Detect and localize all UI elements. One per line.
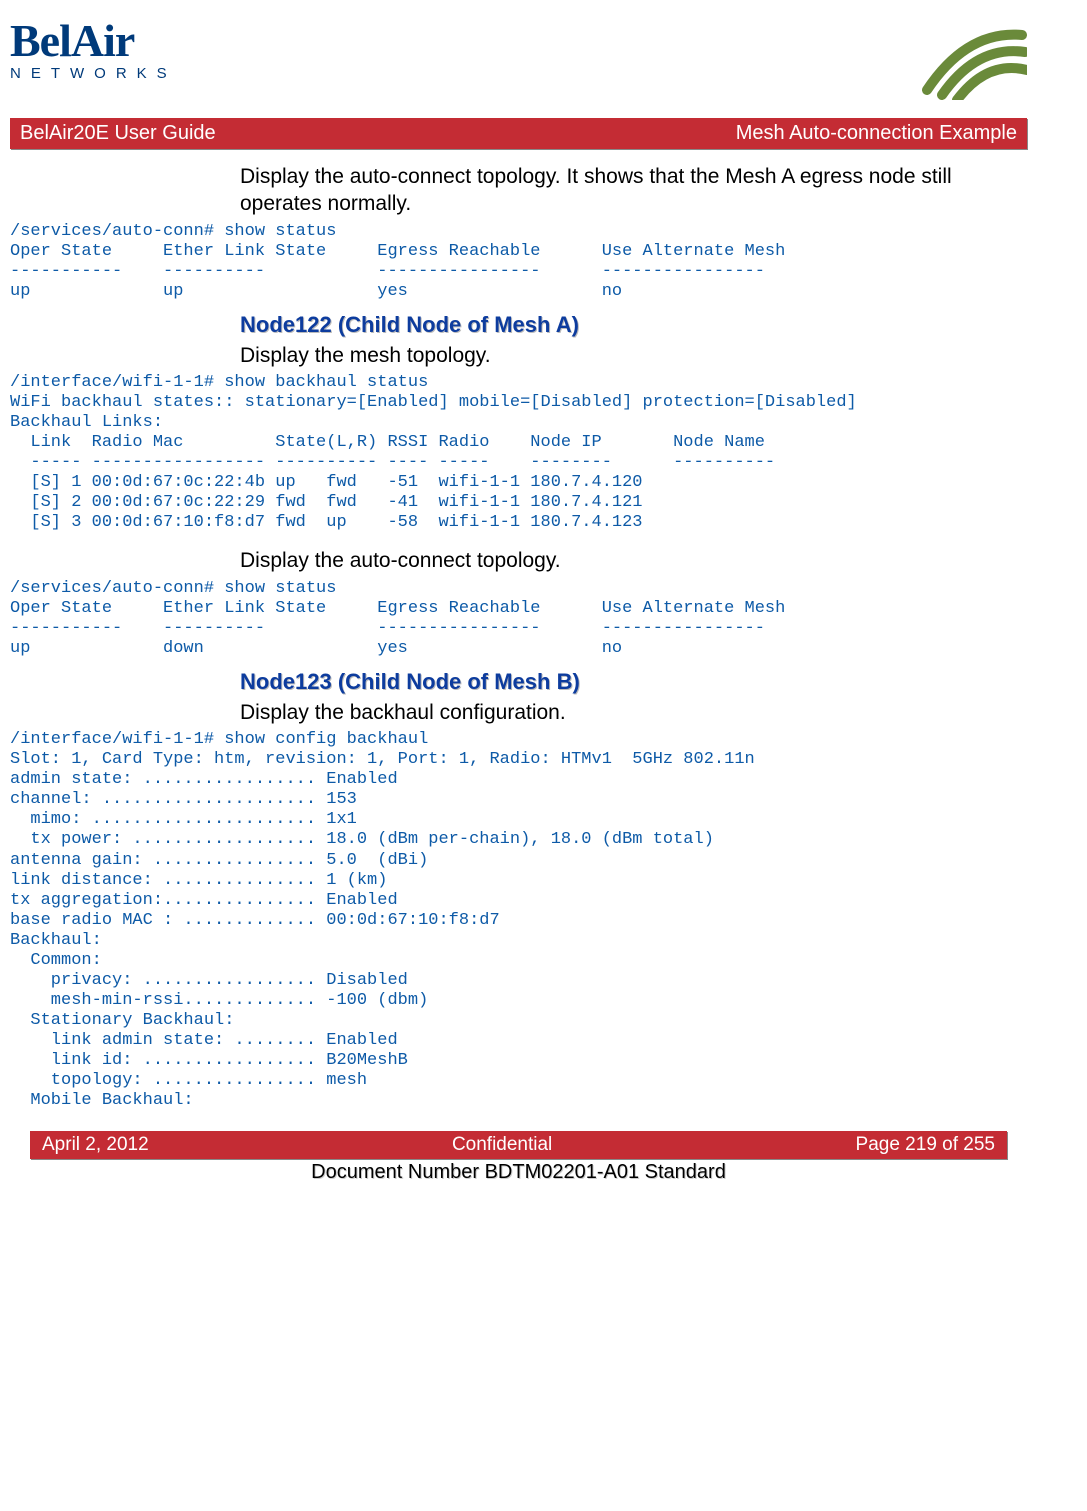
- footer-bar: April 2, 2012 Confidential Page 219 of 2…: [30, 1131, 1007, 1159]
- title-banner: BelAir20E User Guide Mesh Auto-connectio…: [10, 118, 1027, 149]
- section-heading-node122: Node122 (Child Node of Mesh A): [240, 312, 1027, 338]
- cli-output-3: /services/auto-conn# show status Oper St…: [10, 579, 1027, 659]
- paragraph: Display the backhaul configuration.: [240, 699, 1027, 726]
- footer-date: April 2, 2012: [42, 1134, 149, 1156]
- cli-output-2: /interface/wifi-1-1# show backhaul statu…: [10, 373, 1027, 533]
- swirl-icon: [907, 20, 1027, 100]
- banner-left: BelAir20E User Guide: [20, 122, 216, 145]
- paragraph: Display the auto-connect topology.: [240, 547, 1027, 574]
- document-number: Document Number BDTM02201-A01 Standard: [10, 1161, 1027, 1184]
- cli-output-4: /interface/wifi-1-1# show config backhau…: [10, 730, 1027, 1111]
- section-heading-node123: Node123 (Child Node of Mesh B): [240, 669, 1027, 695]
- banner-right: Mesh Auto-connection Example: [736, 122, 1017, 145]
- paragraph: Display the mesh topology.: [240, 342, 1027, 369]
- paragraph: Display the auto-connect topology. It sh…: [240, 163, 1027, 218]
- logo-line1: BelAir: [10, 20, 134, 61]
- logo: BelAir NETWORKS: [10, 20, 177, 82]
- cli-output-1: /services/auto-conn# show status Oper St…: [10, 222, 1027, 302]
- footer-page: Page 219 of 255: [856, 1134, 995, 1156]
- footer-confidential: Confidential: [452, 1134, 552, 1156]
- logo-line2: NETWORKS: [10, 65, 177, 82]
